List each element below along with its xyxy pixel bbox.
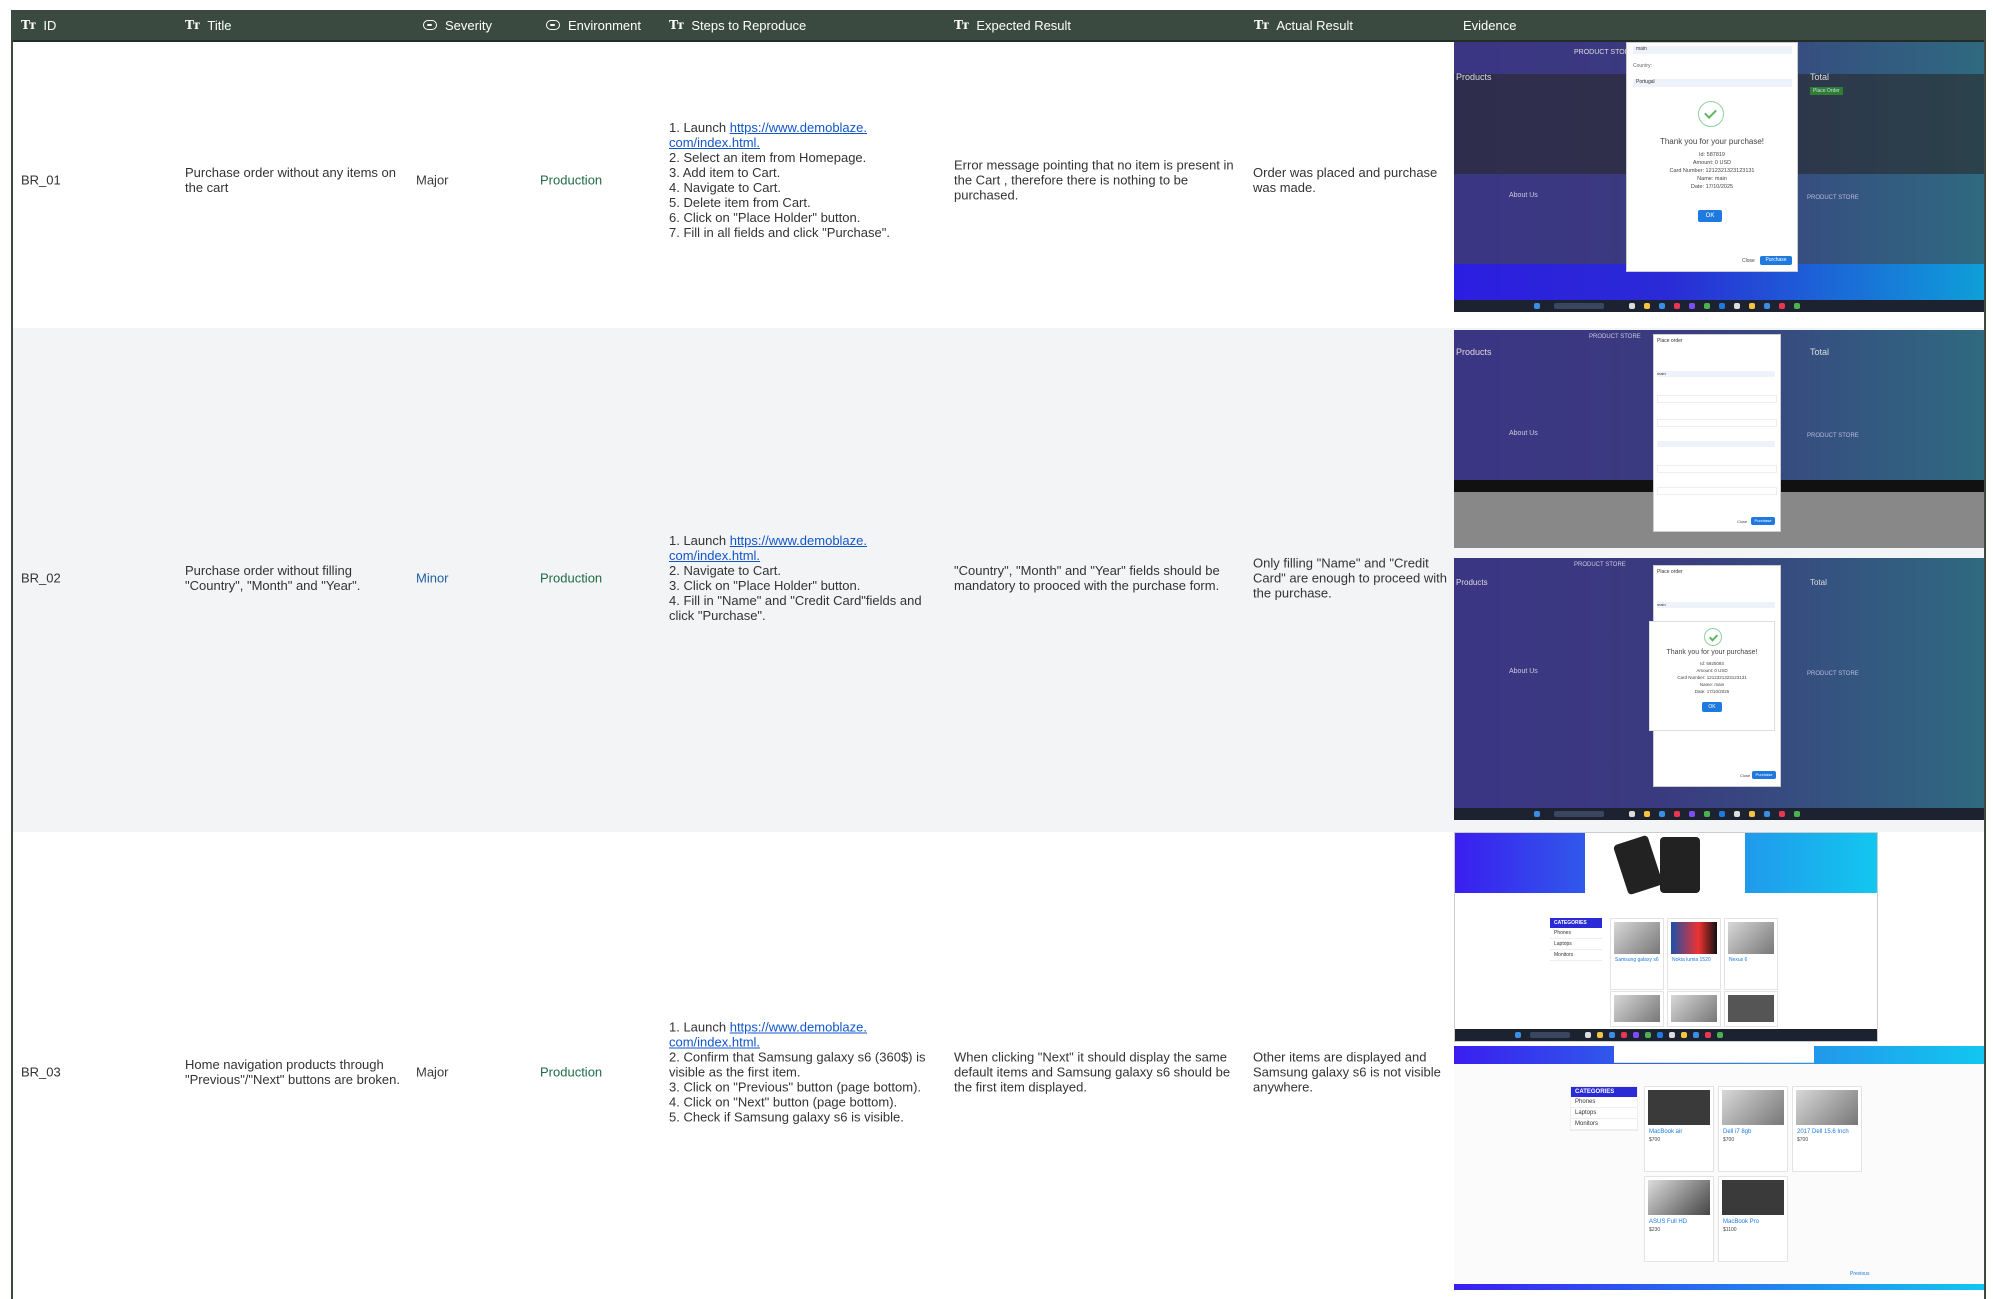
demoblaze-link[interactable]: com/index.html.	[669, 1035, 760, 1050]
text-type-icon: Tт	[185, 18, 200, 32]
cell-severity[interactable]: Minor	[416, 571, 449, 586]
previous-button[interactable]: Previous	[1850, 1271, 1869, 1277]
evidence-screenshot[interactable]: PRODUCT STORE Products Total About Us PR…	[1454, 558, 1984, 820]
column-header-id[interactable]: Tт ID	[21, 10, 56, 40]
bug-report-table: Tт ID Tт Title Severity Environment Tт S…	[11, 10, 1986, 1299]
purchase-button[interactable]: Purchase	[1760, 256, 1792, 265]
cell-steps[interactable]: 1. Launch https://www.demoblaze. com/ind…	[669, 120, 890, 240]
cell-title[interactable]: Purchase order without filling "Country"…	[185, 563, 405, 593]
column-header-expected[interactable]: Tт Expected Result	[954, 10, 1071, 40]
product-card[interactable]: 2017 Dell 15.6 Inch $700	[1792, 1086, 1862, 1172]
table-header: Tт ID Tт Title Severity Environment Tт S…	[13, 10, 1984, 42]
evidence-screenshot[interactable]: PRODUCT STORE Products Total About Us PR…	[1454, 330, 1984, 548]
windows-taskbar	[1455, 1029, 1877, 1041]
product-card[interactable]: Samsung galaxy s6	[1610, 918, 1664, 990]
cell-title[interactable]: Home navigation products through "Previo…	[185, 1057, 417, 1087]
text-type-icon: Tт	[669, 18, 684, 32]
demoblaze-link[interactable]: https://www.demoblaze.	[730, 1020, 867, 1035]
cell-title[interactable]: Purchase order without any items on the …	[185, 165, 415, 195]
evidence-screenshot[interactable]: PRODUCT STORE Products Total Place Order…	[1454, 42, 1984, 312]
product-card[interactable]: Dell i7 8gb $700	[1718, 1086, 1788, 1172]
column-header-title[interactable]: Tт Title	[185, 10, 231, 40]
success-check-icon	[1698, 101, 1724, 127]
categories-list: CATEGORIES Phones Laptops Monitors	[1570, 1086, 1638, 1131]
column-header-evidence[interactable]: Evidence	[1463, 10, 1516, 40]
cell-actual[interactable]: Other items are displayed and Samsung ga…	[1253, 1050, 1451, 1095]
cell-severity[interactable]: Major	[416, 1065, 449, 1080]
column-header-environment[interactable]: Environment	[546, 10, 641, 40]
purchase-modal: main Country: Portugal Thank you for you…	[1626, 42, 1798, 272]
place-order-modal: Place order main Close Purchase	[1653, 334, 1781, 532]
cell-actual[interactable]: Order was placed and purchase was made.	[1253, 165, 1453, 195]
categories-list: CATEGORIES Phones Laptops Monitors	[1550, 918, 1602, 961]
cell-steps[interactable]: 1. Launch https://www.demoblaze. com/ind…	[669, 1020, 926, 1125]
demoblaze-link[interactable]: https://www.demoblaze.	[730, 120, 867, 135]
demoblaze-link[interactable]: com/index.html.	[669, 135, 760, 150]
text-type-icon: Tт	[1254, 18, 1269, 32]
table-row[interactable]: BR_02 Purchase order without filling "Co…	[13, 328, 1984, 832]
cell-steps[interactable]: 1. Launch https://www.demoblaze. com/ind…	[669, 533, 922, 623]
ok-button[interactable]: OK	[1698, 210, 1722, 222]
cell-expected[interactable]: Error message pointing that no item is p…	[954, 158, 1244, 203]
cell-actual[interactable]: Only filling "Name" and "Credit Card" ar…	[1253, 556, 1451, 601]
select-type-icon	[546, 20, 560, 30]
cell-environment[interactable]: Production	[540, 173, 602, 188]
cell-id[interactable]: BR_03	[21, 1065, 61, 1080]
table-row[interactable]: BR_03 Home navigation products through "…	[13, 832, 1984, 1299]
product-card[interactable]: Nokia lumia 1520	[1667, 918, 1721, 990]
ok-button[interactable]: OK	[1702, 702, 1722, 712]
cell-environment[interactable]: Production	[540, 571, 602, 586]
text-type-icon: Tт	[954, 18, 969, 32]
demoblaze-link[interactable]: https://www.demoblaze.	[730, 533, 867, 548]
product-card[interactable]: Nexus 6	[1724, 918, 1778, 990]
text-type-icon: Tт	[21, 18, 36, 32]
purchase-success-modal: Thank you for your purchase! Id: 6925093…	[1649, 621, 1775, 731]
cell-expected[interactable]: When clicking "Next" it should display t…	[954, 1050, 1244, 1095]
product-card[interactable]: MacBook air $700	[1644, 1086, 1714, 1172]
select-type-icon	[423, 20, 437, 30]
evidence-screenshot[interactable]: CATEGORIES Phones Laptops Monitors Samsu…	[1454, 832, 1878, 1042]
cell-id[interactable]: BR_02	[21, 571, 61, 586]
purchase-button[interactable]: Purchase	[1751, 517, 1775, 525]
product-card[interactable]: ASUS Full HD $230	[1644, 1176, 1714, 1262]
demoblaze-link[interactable]: com/index.html.	[669, 548, 760, 563]
windows-taskbar	[1454, 808, 1984, 820]
column-header-steps[interactable]: Tт Steps to Reproduce	[669, 10, 806, 40]
purchase-button[interactable]: Purchase	[1752, 771, 1776, 779]
success-check-icon	[1704, 628, 1722, 646]
cell-environment[interactable]: Production	[540, 1065, 602, 1080]
column-header-severity[interactable]: Severity	[423, 10, 492, 40]
cell-id[interactable]: BR_01	[21, 173, 61, 188]
table-row[interactable]: BR_01 Purchase order without any items o…	[13, 42, 1984, 328]
windows-taskbar	[1454, 300, 1984, 312]
cell-severity[interactable]: Major	[416, 173, 449, 188]
column-header-actual[interactable]: Tт Actual Result	[1254, 10, 1353, 40]
product-card[interactable]: MacBook Pro $1100	[1718, 1176, 1788, 1262]
evidence-screenshot[interactable]: CATEGORIES Phones Laptops Monitors MacBo…	[1454, 1046, 1984, 1290]
cell-expected[interactable]: "Country", "Month" and "Year" fields sho…	[954, 563, 1246, 593]
